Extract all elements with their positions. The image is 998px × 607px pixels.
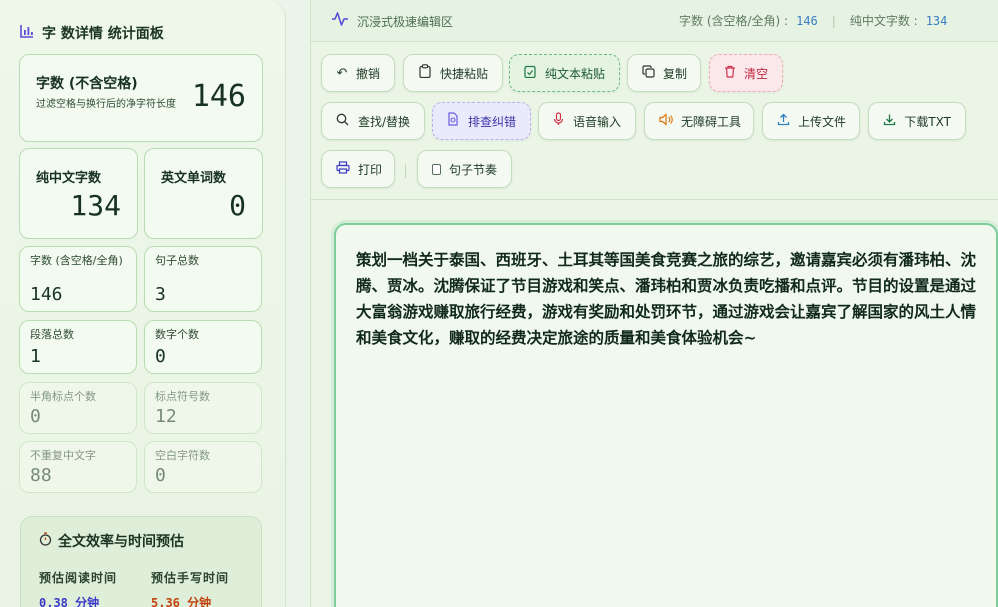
unique-chinese-value: 88 xyxy=(30,465,52,486)
download-icon xyxy=(883,113,896,130)
net-char-count-card: 字数 (不含空格) 过滤空格与换行后的净字符长度 146 xyxy=(19,54,263,142)
sentences-value: 3 xyxy=(155,284,166,305)
toolbar-divider xyxy=(405,164,406,178)
pure-chinese-value: 134 xyxy=(70,189,121,222)
read-time-value: 0.38 分钟 xyxy=(39,596,100,607)
quick-paste-button[interactable]: 快捷粘贴 xyxy=(403,54,503,92)
sidebar-title-text: 字 数详情 统计面板 xyxy=(42,26,164,42)
editor-content[interactable]: 策划一档关于泰国、西班牙、土耳其等国美食竞赛之旅的综艺，邀请嘉宾必须有潘玮柏、沈… xyxy=(356,247,976,351)
printer-icon xyxy=(336,160,350,178)
file-search-icon xyxy=(447,112,460,130)
accessibility-tools-button[interactable]: 无障碍工具 xyxy=(644,102,754,140)
text-editor[interactable]: 策划一档关于泰国、西班牙、土耳其等国美食竞赛之旅的综艺，邀请嘉宾必须有潘玮柏、沈… xyxy=(334,223,998,607)
punct-total-label: 标点符号数 xyxy=(155,390,210,403)
chars-with-spaces-label: 字数 (含空格/全角) xyxy=(30,254,123,267)
pure-chinese-card: 纯中文字数 134 xyxy=(19,148,138,239)
efficiency-panel: 全文效率与时间预估 预估阅读时间 预估手写时间 0.38 分钟 5.36 分钟 xyxy=(20,516,262,607)
half-punct-value: 0 xyxy=(30,406,41,427)
unique-chinese-label: 不重复中文字 xyxy=(30,449,96,462)
sentences-card: 句子总数 3 xyxy=(144,246,262,312)
paragraphs-value: 1 xyxy=(30,346,41,367)
digits-label: 数字个数 xyxy=(155,328,199,341)
sentences-label: 句子总数 xyxy=(155,254,199,267)
chars-with-spaces-card: 字数 (含空格/全角) 146 xyxy=(19,246,137,312)
digits-value: 0 xyxy=(155,346,166,367)
trash-icon xyxy=(724,65,736,82)
unique-chinese-card: 不重复中文字 88 xyxy=(19,441,137,493)
chars-with-spaces-value: 146 xyxy=(30,284,63,305)
sentence-rhythm-toggle[interactable]: 句子节奏 xyxy=(417,150,512,188)
editor-topbar: 沉浸式极速编辑区 字数 (含空格/全角) : 146 | 纯中文字数 : 134 xyxy=(311,0,998,42)
whitespace-value: 0 xyxy=(155,465,166,486)
voice-input-button[interactable]: 语音输入 xyxy=(538,102,636,140)
sentence-rhythm-checkbox[interactable] xyxy=(432,163,441,175)
editor-area: 沉浸式极速编辑区 字数 (含空格/全角) : 146 | 纯中文字数 : 134… xyxy=(310,0,998,607)
write-time-label: 预估手写时间 xyxy=(151,571,230,585)
net-char-count-label: 字数 (不含空格) xyxy=(36,76,138,92)
clear-button[interactable]: 清空 xyxy=(709,54,783,92)
speaker-icon xyxy=(659,112,673,130)
whitespace-card: 空白字符数 0 xyxy=(144,441,262,493)
upload-icon xyxy=(777,113,790,130)
net-char-count-value: 146 xyxy=(191,79,246,114)
check-fix-button[interactable]: 排查纠错 xyxy=(432,102,531,140)
topbar-separator: | xyxy=(831,13,836,28)
clipboard-check-icon xyxy=(524,64,537,82)
search-icon xyxy=(336,113,350,130)
editor-brand: 沉浸式极速编辑区 xyxy=(331,11,453,31)
plain-text-paste-button[interactable]: 纯文本粘贴 xyxy=(509,54,620,92)
stats-sidebar: 字 数详情 统计面板 字数 (不含空格) 过滤空格与换行后的净字符长度 146 … xyxy=(0,0,286,607)
paragraphs-label: 段落总数 xyxy=(30,328,74,341)
print-button[interactable]: 打印 xyxy=(321,150,395,188)
download-txt-button[interactable]: 下载TXT xyxy=(868,102,966,140)
whitespace-label: 空白字符数 xyxy=(155,449,210,462)
topbar-chars-label: 字数 (含空格/全角) : xyxy=(679,14,789,28)
topbar-chinese-label: 纯中文字数 : xyxy=(849,14,918,28)
write-time-value: 5.36 分钟 xyxy=(151,596,212,607)
paragraphs-card: 段落总数 1 xyxy=(19,320,137,374)
undo-icon: ↶ xyxy=(336,65,348,81)
activity-icon xyxy=(331,11,349,31)
clipboard-icon xyxy=(418,64,432,82)
read-time-label: 预估阅读时间 xyxy=(39,571,118,585)
undo-button[interactable]: ↶ 撤销 xyxy=(321,54,395,92)
half-punct-label: 半角标点个数 xyxy=(30,390,96,403)
efficiency-title: 全文效率与时间预估 xyxy=(39,531,184,551)
sidebar-title: 字 数详情 统计面板 xyxy=(20,22,164,44)
editor-toolbar: ↶ 撤销 快捷粘贴 纯文本粘贴 复制 清空 查找/替换 排查纠错 语音输入 无障… xyxy=(311,42,998,200)
punct-total-value: 12 xyxy=(155,406,177,427)
punct-total-card: 标点符号数 12 xyxy=(144,382,262,434)
pure-chinese-label: 纯中文字数 xyxy=(36,171,102,186)
half-punct-card: 半角标点个数 0 xyxy=(19,382,137,434)
topbar-chinese-value: 134 xyxy=(925,13,948,28)
bar-chart-icon xyxy=(20,24,34,42)
english-words-value: 0 xyxy=(229,189,246,222)
upload-file-button[interactable]: 上传文件 xyxy=(762,102,860,140)
english-words-card: 英文单词数 0 xyxy=(144,148,263,239)
find-replace-button[interactable]: 查找/替换 xyxy=(321,102,425,140)
topbar-stats: 字数 (含空格/全角) : 146 | 纯中文字数 : 134 xyxy=(679,12,947,29)
stopwatch-icon xyxy=(39,532,52,550)
copy-button[interactable]: 复制 xyxy=(627,54,701,92)
english-words-label: 英文单词数 xyxy=(161,171,227,186)
digits-card: 数字个数 0 xyxy=(144,320,262,374)
net-char-count-desc: 过滤空格与换行后的净字符长度 xyxy=(36,99,176,110)
topbar-chars-value: 146 xyxy=(796,13,818,28)
copy-icon xyxy=(642,64,655,82)
microphone-icon xyxy=(553,112,565,130)
